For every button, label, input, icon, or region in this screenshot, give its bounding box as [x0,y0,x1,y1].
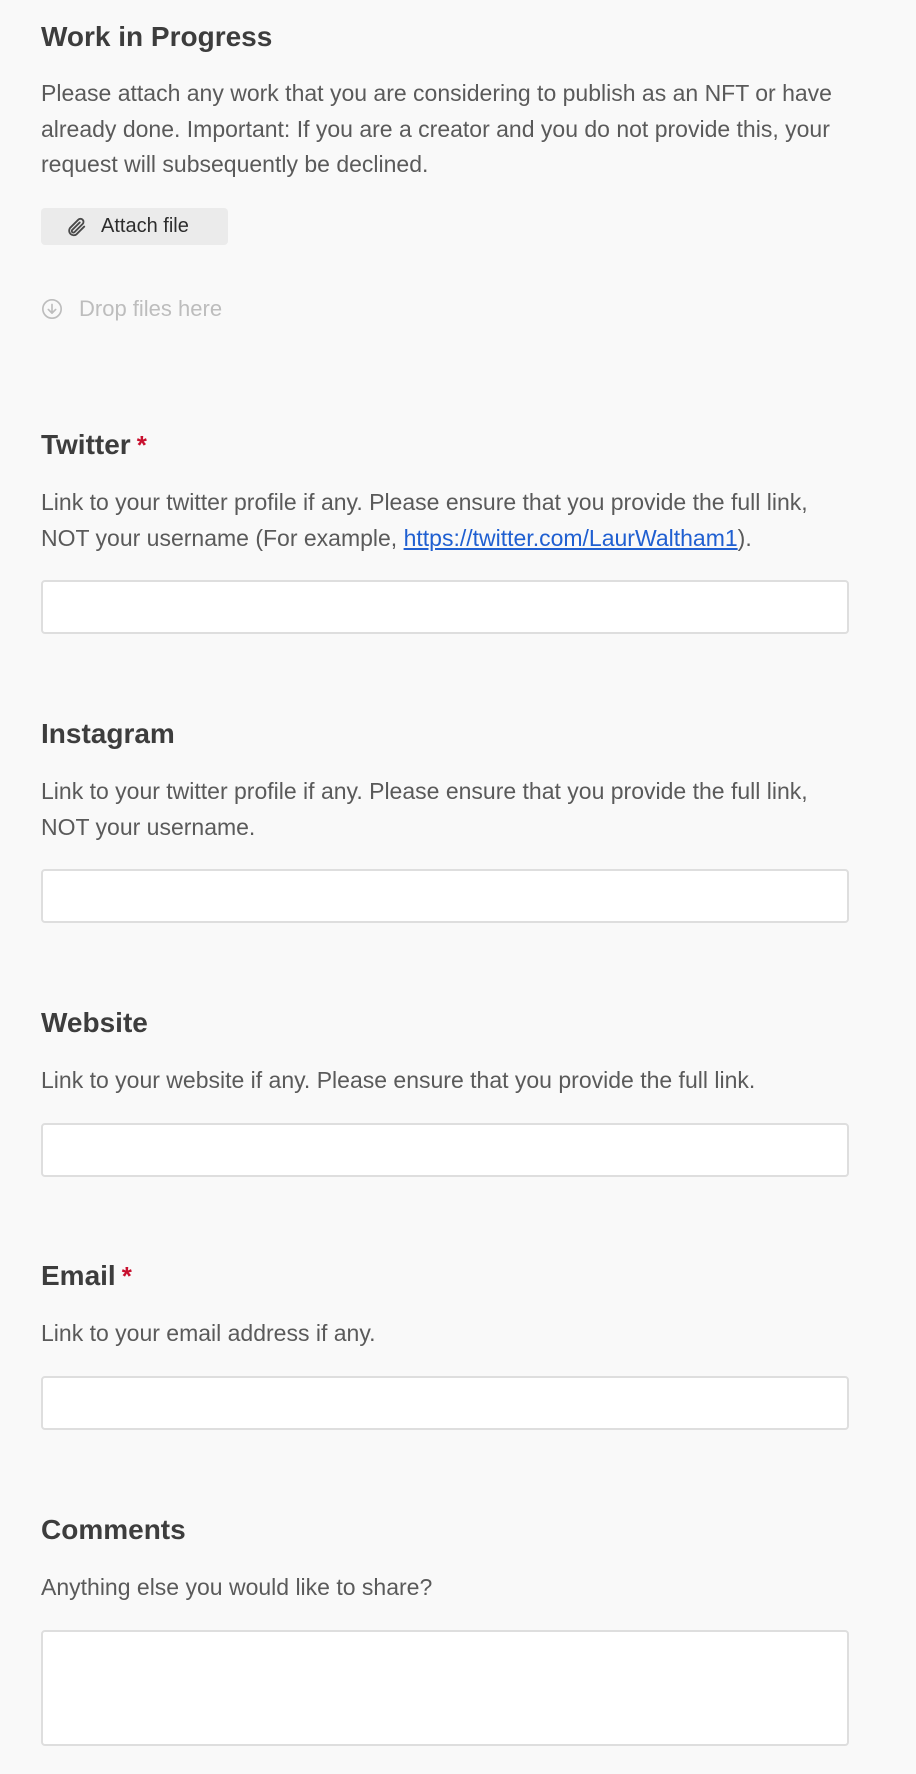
twitter-example-link[interactable]: https://twitter.com/LaurWaltham1 [404,525,738,551]
twitter-title: Twitter * [41,428,147,462]
wip-title: Work in Progress [41,21,273,52]
required-marker: * [121,1261,132,1291]
wip-description: Please attach any work that you are cons… [41,80,832,177]
twitter-title-text: Twitter [41,429,131,460]
website-input[interactable] [41,1123,849,1177]
required-marker: * [136,430,147,460]
twitter-description-end: ). [737,524,752,551]
instagram-title: Instagram [41,718,175,749]
email-title: Email * [41,1259,132,1293]
twitter-input[interactable] [41,580,849,634]
drop-zone[interactable]: Drop files here [41,296,222,322]
comments-description: Anything else you would like to share? [41,1574,433,1600]
drop-files-label: Drop files here [79,296,223,321]
email-input[interactable] [41,1376,849,1430]
website-description: Link to your website if any. Please ensu… [41,1067,756,1093]
comments-title: Comments [41,1514,186,1545]
instagram-input[interactable] [41,869,849,923]
twitter-description: Link to your twitter profile if any. Ple… [41,485,849,556]
email-title-text: Email [41,1260,116,1291]
instagram-description: Link to your twitter profile if any. Ple… [41,778,808,840]
website-title: Website [41,1007,148,1038]
email-description: Link to your email address if any. [41,1320,376,1346]
comments-textarea[interactable] [41,1630,849,1746]
paperclip-icon [65,216,87,238]
attach-file-button[interactable]: Attach file [41,208,228,245]
download-circle-icon [41,298,63,320]
attach-file-label: Attach file [101,215,189,237]
